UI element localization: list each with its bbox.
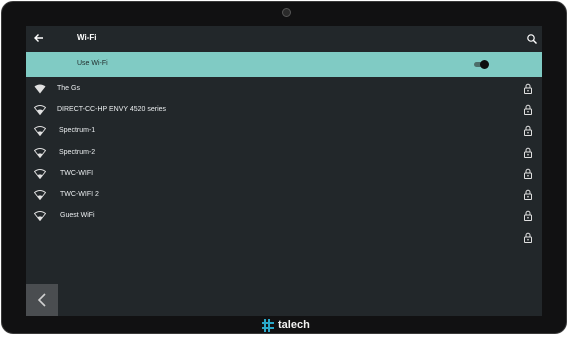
network-row[interactable]: DIRECT-CC-HP ENVY 4520 series (26, 100, 542, 121)
network-row[interactable]: The Gs (26, 79, 542, 100)
network-name: TWC-WIFI 2 (60, 191, 99, 198)
network-name: Guest WiFi (60, 212, 95, 219)
network-name: Spectrum-1 (59, 127, 96, 134)
camera-icon (282, 8, 291, 17)
network-name: DIRECT-CC-HP ENVY 4520 series (57, 106, 167, 113)
network-name: The Gs (57, 85, 80, 92)
lock-icon (524, 104, 532, 115)
chevron-left-icon (37, 293, 46, 307)
wifi-signal-icon (34, 211, 46, 221)
network-row[interactable]: Spectrum-2 (26, 143, 542, 164)
use-wifi-label: Use Wi-Fi (77, 60, 108, 67)
lock-icon (524, 125, 532, 136)
wifi-signal-icon (34, 105, 46, 115)
back-arrow-icon[interactable] (32, 31, 46, 45)
network-name: Spectrum-2 (59, 149, 96, 156)
screen: Wi-Fi Use Wi-Fi The Gs DIRECT-CC-HP ENVY… (26, 26, 542, 316)
wifi-signal-icon (34, 190, 46, 200)
page-title: Wi-Fi (77, 33, 97, 42)
use-wifi-row[interactable]: Use Wi-Fi (26, 52, 542, 77)
network-row[interactable]: Guest WiFi (26, 206, 542, 227)
network-name: TWC-WIFI (60, 170, 94, 177)
lock-icon (524, 147, 532, 158)
brand-name: talech (278, 319, 310, 331)
network-row[interactable] (26, 228, 542, 249)
use-wifi-toggle[interactable] (474, 60, 490, 69)
lock-icon (524, 168, 532, 179)
lock-icon (524, 189, 532, 200)
network-row[interactable]: TWC-WIFI (26, 164, 542, 185)
network-row[interactable]: Spectrum-1 (26, 121, 542, 142)
wifi-signal-icon (34, 148, 46, 158)
app-bar: Wi-Fi (26, 26, 542, 52)
lock-icon (524, 210, 532, 221)
wifi-signal-icon (34, 84, 46, 94)
talech-logo-icon (262, 319, 274, 332)
toggle-thumb (480, 60, 489, 69)
search-icon[interactable] (526, 33, 538, 45)
lock-icon (524, 83, 532, 94)
lock-icon (524, 232, 532, 243)
network-row[interactable]: TWC-WIFI 2 (26, 185, 542, 206)
nav-back-button[interactable] (26, 284, 58, 316)
wifi-signal-icon (34, 169, 46, 179)
wifi-signal-icon (34, 126, 46, 136)
